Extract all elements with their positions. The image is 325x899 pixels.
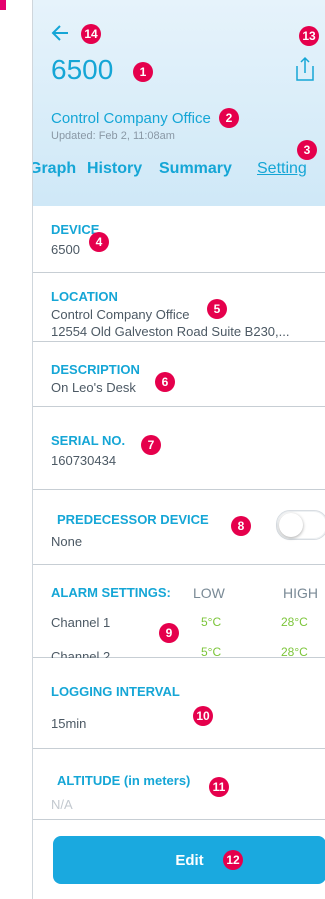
badge-13: 13 [299,26,319,46]
arrow-left-icon[interactable] [51,24,69,46]
accent-marker [0,0,6,10]
badge-4: 4 [89,232,109,252]
alarm-high-header: HIGH [283,585,318,601]
tab-bar: Graph History Summary Setting [33,160,325,196]
edit-button-label: Edit [175,851,204,869]
description-label: DESCRIPTION [51,362,140,377]
tab-setting[interactable]: Setting [257,160,307,178]
badge-9: 9 [159,623,179,643]
badge-1: 1 [133,62,153,82]
badge-7: 7 [141,435,161,455]
serial-label: SERIAL NO. [51,433,126,448]
left-margin [0,0,32,899]
logging-label: LOGGING INTERVAL [51,684,180,699]
badge-11: 11 [209,777,229,797]
device-header: 14 6500 1 13 Control Company Office 2 Up… [33,0,325,206]
description-value: On Leo's Desk [51,380,136,395]
location-label: LOCATION [51,289,118,304]
alarm-section[interactable]: ALARM SETTINGS: LOW HIGH Channel 1 5°C 2… [33,565,325,664]
share-icon[interactable] [294,56,316,82]
badge-3: 3 [297,140,317,160]
predecessor-value: None [51,534,83,549]
description-section[interactable]: DESCRIPTION On Leo's Desk 6 [33,342,325,407]
logging-value: 15min [51,716,87,731]
badge-5: 5 [207,299,227,319]
logging-section[interactable]: LOGGING INTERVAL 15min 10 [33,658,325,749]
altitude-value: N/A [51,797,73,812]
location-subtitle: Control Company Office [51,110,211,127]
altitude-section[interactable]: ALTITUDE (in meters) N/A 11 [33,749,325,820]
channel-1-low: 5°C [201,615,222,629]
serial-value: 160730434 [51,453,117,468]
channel-1-high: 28°C [281,615,308,629]
device-section[interactable]: DEVICE 6500 4 [33,206,325,273]
badge-14: 14 [81,24,101,44]
tab-history[interactable]: History [87,160,142,178]
channel-2-low: 5°C [201,645,222,659]
predecessor-section: PREDECESSOR DEVICE None 8 [33,490,325,565]
badge-6: 6 [155,372,175,392]
updated-timestamp: Updated: Feb 2, 11:08am [51,130,175,142]
altitude-label: ALTITUDE (in meters) [57,773,191,788]
alarm-low-header: LOW [193,585,225,601]
badge-8: 8 [231,516,251,536]
tab-summary[interactable]: Summary [159,160,232,178]
badge-2: 2 [219,108,239,128]
location-line2: 12554 Old Galveston Road Suite B230,... [51,324,290,339]
predecessor-toggle[interactable] [276,510,325,540]
phone-screen: 14 6500 1 13 Control Company Office 2 Up… [32,0,325,899]
tab-graph[interactable]: Graph [33,160,76,178]
location-section[interactable]: LOCATION Control Company Office 12554 Ol… [33,273,325,342]
edit-button[interactable]: Edit [53,836,325,884]
channel-2-high: 28°C [281,645,308,659]
serial-section[interactable]: SERIAL NO. 160730434 7 [33,407,325,490]
toggle-knob [279,513,303,537]
predecessor-label: PREDECESSOR DEVICE [57,512,209,527]
channel-1-label: Channel 1 [51,615,111,630]
edit-bar: Edit 12 [33,820,325,899]
alarm-label: ALARM SETTINGS: [51,585,171,600]
device-value: 6500 [51,242,80,257]
page-title: 6500 [51,54,114,85]
badge-10: 10 [193,706,213,726]
badge-12: 12 [223,850,243,870]
location-line1: Control Company Office [51,307,190,322]
